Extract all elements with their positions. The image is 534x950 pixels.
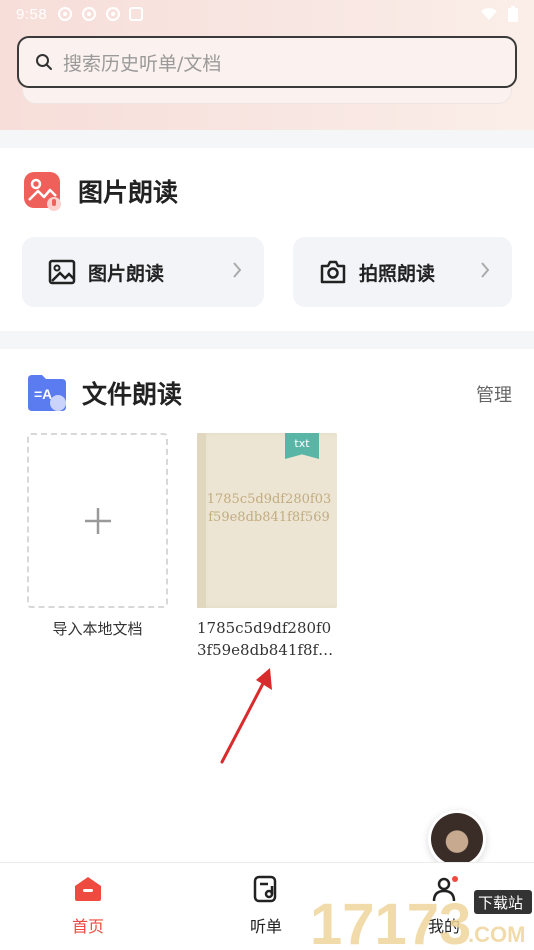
document-cover-title: 1785c5d9df280f03f59e8db841f8f569 [206, 492, 332, 525]
file-reading-icon: =A [28, 375, 66, 411]
image-reading-button[interactable]: 图片朗读 [22, 237, 264, 307]
chevron-right-icon [481, 262, 490, 278]
import-local-document-button[interactable] [27, 433, 168, 608]
document-name[interactable]: 1785c5d9df280f03f59e8db841f8f… [197, 617, 339, 661]
image-reading-icon [24, 172, 61, 211]
collapsed-card [22, 88, 512, 104]
playlist-icon [253, 875, 277, 903]
plus-icon [85, 508, 111, 534]
app-notification-icon [106, 7, 121, 21]
annotation-arrow [220, 668, 272, 764]
watermark-domain: .COM [468, 922, 525, 947]
file-reading-section: =A 文件朗读 管理 导入本地文档 txt 1785c5d9df280f03f5… [0, 349, 534, 869]
photo-reading-button-label: 拍照朗读 [359, 262, 436, 285]
svg-text:=A: =A [34, 386, 52, 402]
app-notification-icon [129, 7, 144, 21]
status-time: 9:58 [16, 5, 48, 23]
image-reading-section: 图片朗读 图片朗读 拍照朗读 [0, 148, 534, 331]
floating-avatar[interactable] [428, 810, 486, 868]
nav-playlist[interactable]: 听单 [226, 875, 306, 937]
file-type-badge: txt [285, 433, 319, 459]
nav-home[interactable]: 首页 [48, 875, 128, 937]
file-reading-title: 文件朗读 [82, 380, 183, 409]
site-watermark: 17173 下载站 .COM [308, 882, 534, 950]
image-reading-title: 图片朗读 [78, 178, 179, 207]
search-input[interactable]: 搜索历史听单/文档 [17, 36, 517, 88]
document-card[interactable]: txt 1785c5d9df280f03f59e8db841f8f569 [197, 433, 337, 608]
battery-icon [508, 6, 518, 22]
notification-icons [57, 6, 144, 22]
chevron-right-icon [233, 262, 242, 278]
camera-icon [320, 260, 346, 284]
wifi-icon [481, 8, 497, 20]
search-icon [36, 54, 52, 70]
status-bar: 9:58 [0, 0, 534, 28]
search-placeholder: 搜索历史听单/文档 [63, 52, 222, 75]
app-notification-icon [82, 7, 97, 21]
photo-reading-button[interactable]: 拍照朗读 [293, 237, 512, 307]
manage-button[interactable]: 管理 [476, 381, 512, 407]
nav-home-label: 首页 [71, 917, 104, 936]
nav-playlist-label: 听单 [249, 917, 282, 936]
watermark-number: 17173 [310, 892, 471, 950]
watermark-badge: 下载站 [478, 894, 523, 912]
image-reading-button-label: 图片朗读 [88, 262, 165, 285]
app-notification-icon [58, 7, 73, 21]
import-local-document-label: 导入本地文档 [52, 620, 143, 638]
file-reading-header: =A 文件朗读 [26, 373, 182, 413]
image-reading-header: 图片朗读 [22, 170, 178, 212]
avatar-image [431, 813, 483, 865]
image-icon [48, 259, 76, 285]
home-icon [75, 877, 101, 901]
